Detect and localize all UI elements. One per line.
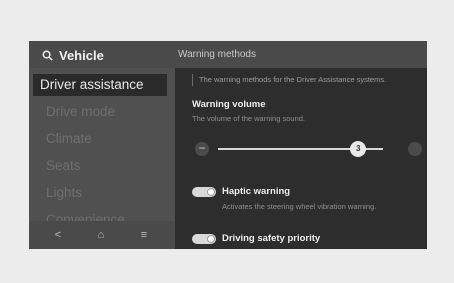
- sidebar-item-seats[interactable]: Seats: [39, 155, 165, 177]
- menu-title: Vehicle: [59, 47, 104, 63]
- haptic-warning-toggle[interactable]: [192, 187, 216, 197]
- sidebar-item-lights[interactable]: Lights: [39, 182, 165, 204]
- search-icon: [42, 50, 53, 61]
- search-vehicle[interactable]: Vehicle: [42, 47, 104, 63]
- volume-slider-knob[interactable]: 3: [350, 141, 367, 157]
- haptic-warning-title: Haptic warning: [222, 186, 291, 197]
- sidebar: Driver assistance Drive mode Climate Sea…: [29, 68, 175, 249]
- haptic-warning-description: Activates the steering wheel vibration w…: [222, 202, 377, 211]
- driving-safety-priority-title: Driving safety priority: [222, 233, 321, 244]
- toggle-knob: [207, 235, 215, 243]
- warning-volume-title: Warning volume: [192, 99, 266, 110]
- menu-icon: ≡: [140, 229, 148, 241]
- sidebar-item-climate[interactable]: Climate: [39, 128, 165, 150]
- infotainment-screen: Vehicle Warning methods Driver assistanc…: [29, 41, 427, 249]
- volume-decrease-button[interactable]: −: [195, 142, 209, 156]
- back-button[interactable]: <: [49, 226, 67, 244]
- panel-description: The warning methods for the Driver Assis…: [192, 74, 386, 86]
- section-title: Warning methods: [178, 49, 256, 60]
- volume-increase-button[interactable]: [408, 142, 422, 156]
- driving-safety-priority-toggle[interactable]: [192, 234, 216, 244]
- warning-volume-description: The volume of the warning sound.: [192, 114, 305, 123]
- settings-panel: The warning methods for the Driver Assis…: [175, 68, 427, 249]
- home-button[interactable]: ⌂: [92, 226, 110, 244]
- bottom-nav: < ⌂ ≡: [29, 221, 175, 249]
- home-icon: ⌂: [97, 229, 105, 241]
- back-icon: <: [54, 229, 62, 241]
- menu-button[interactable]: ≡: [135, 226, 153, 244]
- top-bar: Vehicle Warning methods: [29, 41, 427, 68]
- sidebar-item-drive-mode[interactable]: Drive mode: [39, 101, 165, 123]
- toggle-knob: [207, 188, 215, 196]
- sidebar-item-driver-assistance[interactable]: Driver assistance: [33, 74, 167, 96]
